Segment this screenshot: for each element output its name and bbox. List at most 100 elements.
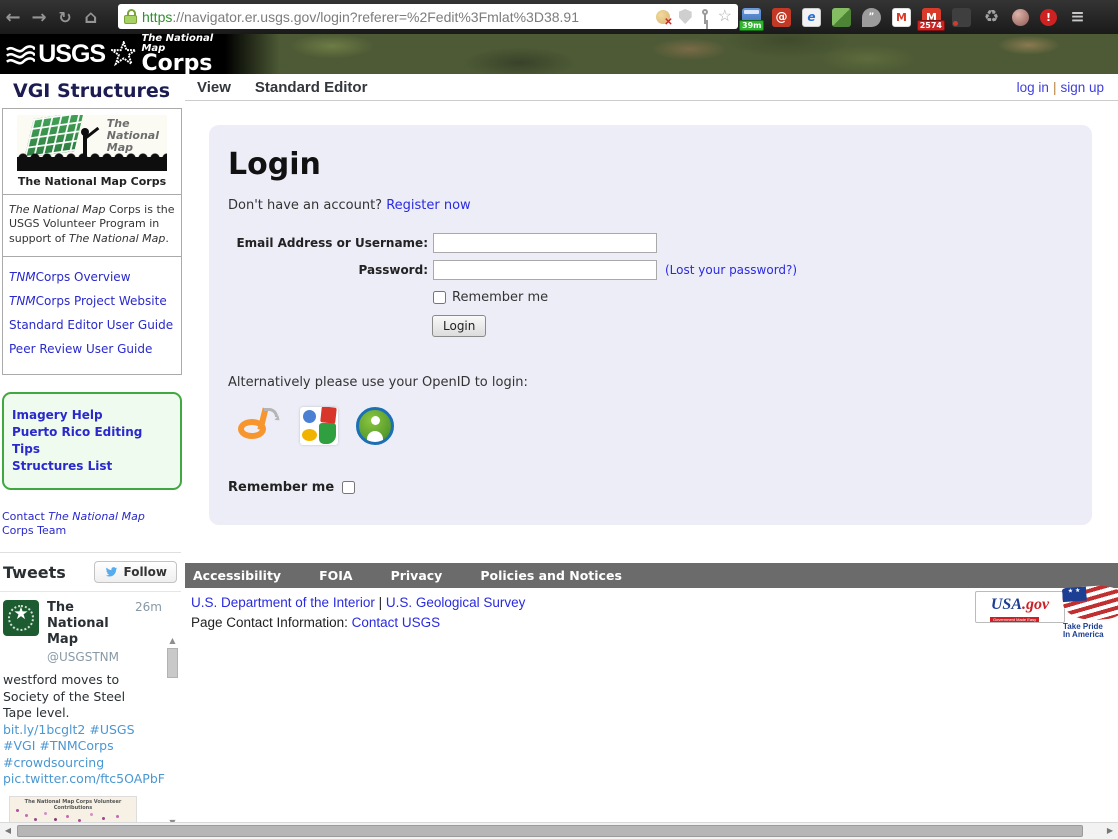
screen: ← → ↻ ⌂ https ://navigator.er.usgs.gov/l… (0, 0, 1118, 839)
address-bar-actions: ☆ (656, 9, 732, 25)
tweet-hashtag-usgs[interactable]: #USGS (89, 722, 134, 737)
tweet-handle[interactable]: @USGSTNM (47, 650, 135, 664)
usgs-link[interactable]: U.S. Geological Survey (386, 595, 526, 610)
thumbnail-map-dots (16, 809, 19, 812)
sidebar-link-peer-review-user-guide[interactable]: Peer Review User Guide (9, 342, 175, 356)
tweet-author[interactable]: The National Map (47, 600, 135, 648)
footer-link-foia[interactable]: FOIA (319, 568, 353, 583)
link-structures-list[interactable]: Structures List (12, 458, 172, 475)
openid-prompt: Alternatively please use your OpenID to … (228, 375, 1092, 390)
evernote-extension-icon[interactable] (952, 8, 971, 27)
log-in-link[interactable]: log in (1017, 80, 1049, 95)
usgs-wave-icon (6, 43, 35, 65)
horizontal-scrollbar-thumb[interactable] (17, 825, 1083, 837)
scroll-right-icon[interactable]: ▶ (1102, 823, 1118, 839)
address-bar[interactable]: https ://navigator.er.usgs.gov/login?ref… (118, 4, 738, 29)
tweet-hashtag-tnmcorps[interactable]: #TNMCorps (39, 738, 113, 753)
home-icon[interactable]: ⌂ (78, 7, 104, 28)
browser-menu-icon[interactable]: ≡ (1068, 8, 1087, 27)
twitter-widget: Tweets Follow The National Map @USGSTNM … (0, 552, 181, 828)
page-title: VGI Structures (13, 80, 185, 102)
email-field[interactable] (433, 233, 657, 253)
scroll-left-icon[interactable]: ◀ (0, 823, 16, 839)
apple-extension-icon[interactable] (1012, 9, 1029, 26)
tnm-corps-logo-image: The National Map (17, 115, 167, 171)
tweet-link-pic[interactable]: pic.twitter.com/ftc5OAPbF (3, 771, 165, 786)
tweet-author-block: The National Map @USGSTNM (47, 600, 135, 664)
help-links-box: Imagery Help Puerto Rico Editing Tips St… (2, 392, 182, 490)
tnm-corps-wordmark: The National Map Corps (141, 34, 238, 75)
gmail-extension-icon[interactable]: M (892, 8, 911, 27)
usgs-banner: USGS The National Map Corps (0, 34, 1118, 74)
take-pride-in-america-logo[interactable]: ★ ★ Take Pride In America (1063, 586, 1118, 639)
usagov-logo[interactable]: USA.gov Government Made Easy (975, 591, 1065, 623)
tweets-scrollbar[interactable]: ▲ ▼ (166, 636, 179, 828)
footer-link-accessibility[interactable]: Accessibility (193, 568, 281, 583)
cookie-blocked-icon[interactable] (656, 10, 670, 24)
doi-link[interactable]: U.S. Department of the Interior (191, 595, 375, 610)
twitter-widget-header: Tweets Follow (0, 553, 181, 592)
sidebar-link-tnmcorps-project-website[interactable]: TNMCorps Project Website (9, 294, 175, 308)
tweet-hashtag-crowdsourcing[interactable]: #crowdsourcing (3, 755, 104, 770)
alert-extension-icon[interactable]: ! (1040, 9, 1057, 26)
usgs-wordmark: USGS (38, 40, 105, 69)
tweet-avatar[interactable] (3, 600, 39, 636)
page-contact-label: Page Contact Information: (191, 615, 352, 630)
follow-button[interactable]: Follow (94, 561, 177, 583)
link-puerto-rico-editing-tips[interactable]: Puerto Rico Editing Tips (12, 424, 172, 458)
chat-extension-icon[interactable]: ” (862, 8, 881, 27)
recycle-extension-icon[interactable]: ♻ (982, 8, 1001, 27)
register-now-link[interactable]: Register now (386, 198, 470, 213)
usgs-logo[interactable]: USGS The National Map Corps (0, 34, 238, 74)
notes-extension-icon[interactable] (832, 8, 851, 27)
openid-icon[interactable] (236, 406, 282, 446)
google-openid-icon[interactable] (300, 407, 338, 445)
sign-up-link[interactable]: sign up (1060, 80, 1104, 95)
login-button[interactable]: Login (432, 315, 486, 337)
tab-view[interactable]: View (197, 79, 231, 96)
bookmark-star-icon[interactable]: ☆ (718, 9, 732, 25)
sidebar-info-box: The National Map The National Map Corps … (2, 108, 182, 375)
tab-standard-editor[interactable]: Standard Editor (255, 79, 368, 96)
calendar-extension-icon[interactable]: 39m (742, 8, 761, 27)
contact-team-link[interactable]: Contact The National Map Corps Team (2, 510, 179, 538)
email-at-extension-icon[interactable]: @ (772, 8, 791, 27)
scroll-up-icon[interactable]: ▲ (169, 636, 175, 646)
calendar-badge: 39m (739, 20, 764, 31)
sidebar-link-standard-editor-user-guide[interactable]: Standard Editor User Guide (9, 318, 175, 332)
tweet-hashtag-vgi[interactable]: #VGI (3, 738, 35, 753)
tweet-link-bitly[interactable]: bit.ly/1bcglt2 (3, 722, 85, 737)
gmail-counter-extension-icon[interactable]: M2574 (922, 8, 941, 27)
openid-remember-checkbox[interactable] (342, 481, 355, 494)
link-imagery-help[interactable]: Imagery Help (12, 407, 172, 424)
auth-links: log in|sign up (1017, 80, 1104, 95)
usa-flag-graphic: ★ ★ (1062, 584, 1118, 622)
twitter-bird-icon (104, 566, 118, 578)
register-prompt: Don't have an account? Register now (228, 198, 1092, 213)
sidebar-link-tnmcorps-overview[interactable]: TNMCorps Overview (9, 270, 175, 284)
myopenid-person-icon[interactable] (356, 407, 394, 445)
remember-me-label: Remember me (452, 290, 548, 305)
key-icon[interactable] (701, 9, 709, 24)
remember-me-checkbox[interactable] (433, 291, 446, 304)
shield-icon[interactable] (679, 9, 692, 24)
horizontal-scrollbar[interactable]: ◀ ▶ (0, 822, 1118, 839)
footer-link-privacy[interactable]: Privacy (391, 568, 443, 583)
scrollbar-thumb[interactable] (167, 648, 178, 678)
browser-chrome: ← → ↻ ⌂ https ://navigator.er.usgs.gov/l… (0, 0, 1118, 35)
contact-usgs-link[interactable]: Contact USGS (352, 615, 441, 630)
password-label: Password: (228, 263, 428, 277)
sidebar-links: TNMCorps Overview TNMCorps Project Websi… (3, 257, 181, 374)
refresh-icon[interactable]: ↻ (52, 8, 78, 27)
tnm-star-icon (111, 41, 136, 67)
footer-link-policies[interactable]: Policies and Notices (480, 568, 622, 583)
forward-icon[interactable]: → (26, 7, 52, 28)
back-icon[interactable]: ← (0, 7, 26, 28)
padlock-icon (124, 9, 137, 24)
openid-providers (236, 406, 1092, 446)
main-content: View Standard Editor log in|sign up Logi… (185, 74, 1118, 635)
tweet[interactable]: The National Map @USGSTNM 26m westford m… (0, 592, 181, 828)
lost-password-link[interactable]: (Lost your password?) (665, 263, 797, 277)
ie-tab-extension-icon[interactable]: e (802, 8, 821, 27)
password-field[interactable] (433, 260, 657, 280)
